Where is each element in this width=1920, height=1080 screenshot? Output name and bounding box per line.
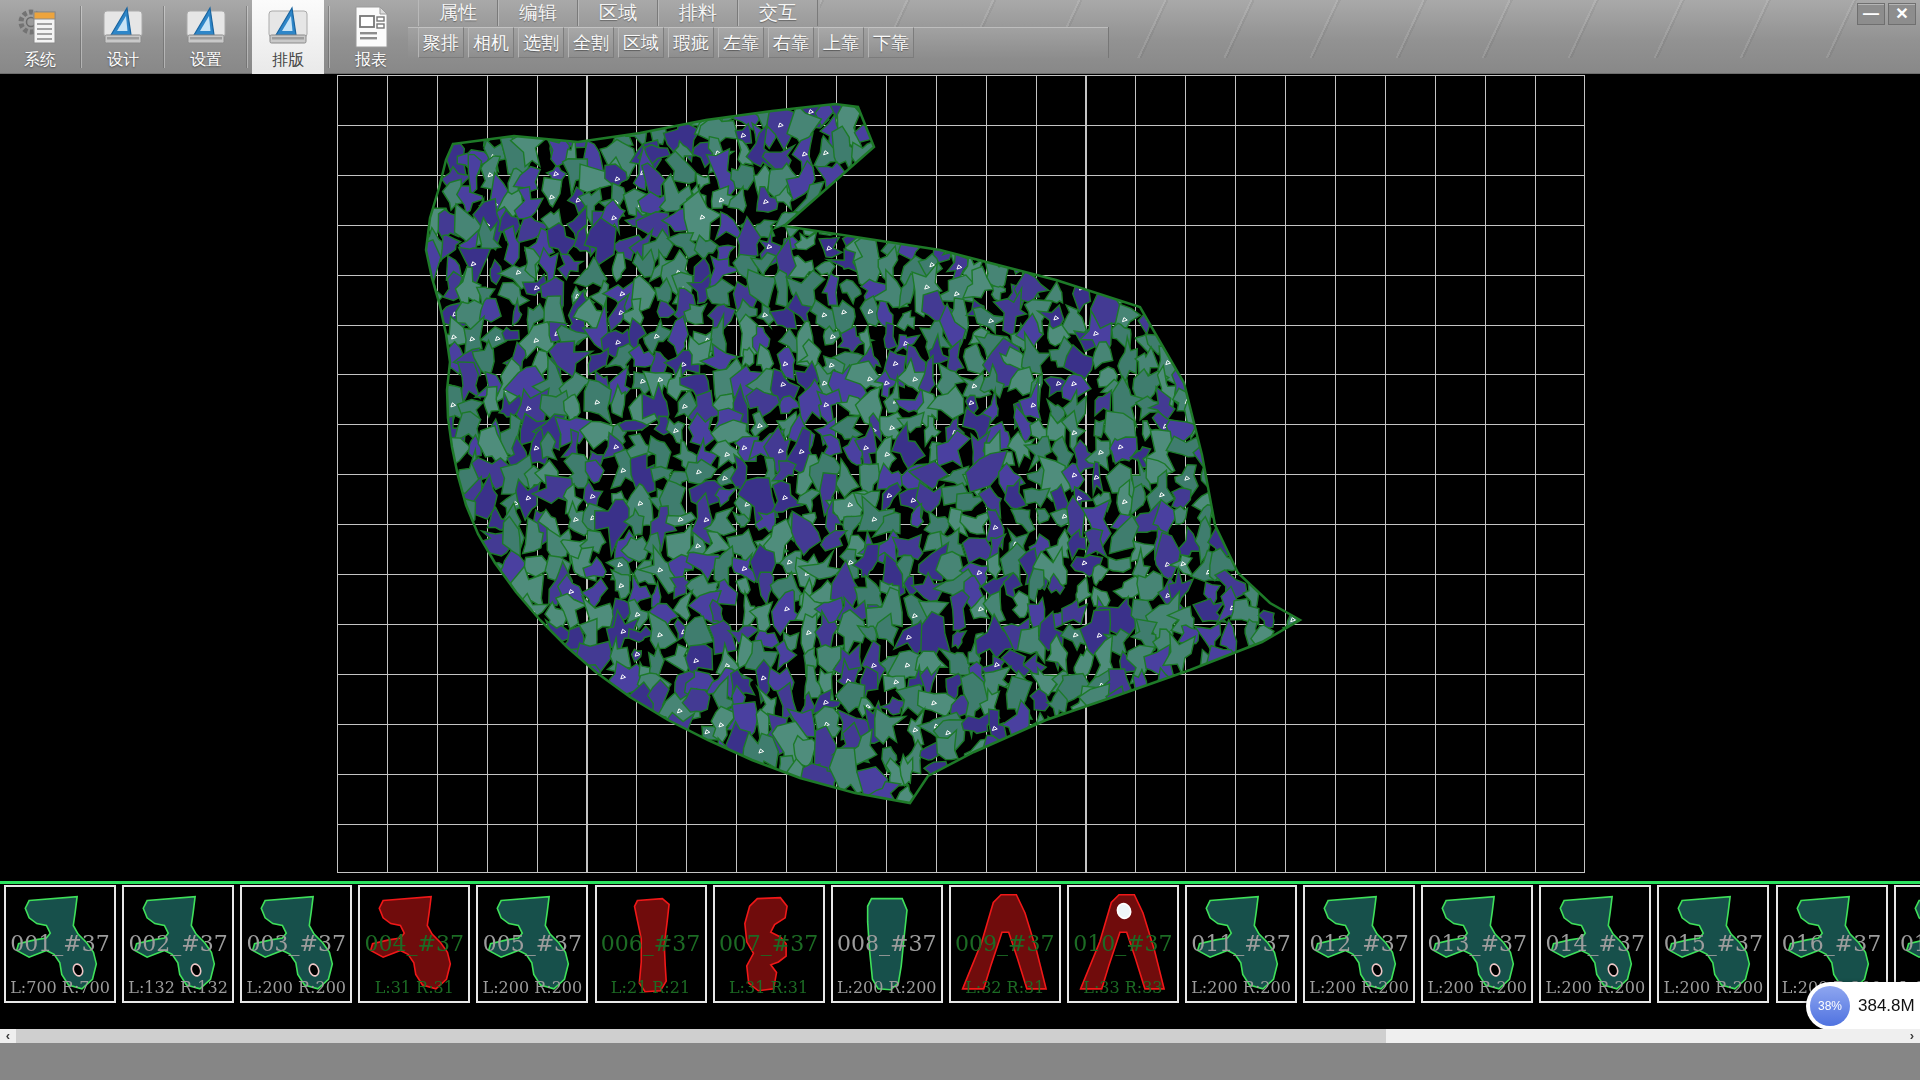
piece-id-label: 012_#37: [1305, 931, 1413, 956]
piece-lr-count: L:21 R:21: [597, 978, 705, 997]
toolbar-button-4[interactable]: 全割: [568, 27, 614, 58]
minimize-button[interactable]: —: [1857, 3, 1885, 25]
tab-3[interactable]: 区域: [578, 0, 658, 26]
piece-thumbnail-002_#37[interactable]: 002_#37 L:132 R:132: [122, 885, 234, 1003]
toolbar-button-5[interactable]: 区域: [618, 27, 664, 58]
toolbar-separator: [81, 6, 82, 68]
piece-id-label: 007_#37: [715, 931, 823, 956]
toolbar-button-7[interactable]: 左靠: [718, 27, 764, 58]
piece-thumbnail-005_#37[interactable]: 005_#37 L:200 R:200: [476, 885, 588, 1003]
memory-value: 384.8M: [1858, 982, 1915, 1030]
piece-id-label: 005_#37: [478, 931, 586, 956]
close-button[interactable]: ✕: [1888, 3, 1916, 25]
piece-lr-count: L:200 R:200: [833, 978, 941, 997]
piece-id-label: 017_#37: [1896, 931, 1920, 956]
toolbar-button-8[interactable]: 右靠: [768, 27, 814, 58]
layout-icon: [265, 4, 311, 50]
toolbar-button-2[interactable]: 相机: [468, 27, 514, 58]
piece-lr-count: L:200 R:200: [1187, 978, 1295, 997]
toolbar-button-3[interactable]: 选割: [518, 27, 564, 58]
piece-thumbnail-008_#37[interactable]: 008_#37 L:200 R:200: [831, 885, 943, 1003]
toolbar-separator: [329, 6, 330, 68]
piece-id-label: 016_#37: [1778, 931, 1886, 956]
piece-lr-count: L:32 R:31: [951, 978, 1059, 997]
piece-lr-count: L:31 R:31: [715, 978, 823, 997]
tool-group-design[interactable]: 设计: [90, 2, 156, 74]
piece-id-label: 009_#37: [951, 931, 1059, 956]
toolbar-separator: [164, 6, 165, 68]
tool-group-label: 报表: [338, 50, 404, 71]
piece-id-label: 003_#37: [242, 931, 350, 956]
toolbar-separator: [247, 6, 248, 68]
piece-id-label: 010_#37: [1069, 931, 1177, 956]
memory-usage-badge[interactable]: 38% 384.8M: [1806, 982, 1920, 1030]
settings-icon: [183, 4, 229, 50]
action-buttons: 聚排相机选割全割区域瑕疵左靠右靠上靠下靠: [418, 27, 918, 58]
piece-lr-count: L:700 R:700: [6, 978, 114, 997]
piece-thumbnail-007_#37[interactable]: 007_#37 L:31 R:31: [713, 885, 825, 1003]
piece-thumbnail-015_#37[interactable]: 015_#37 L:200 R:200: [1657, 885, 1769, 1003]
piece-thumbnail-001_#37[interactable]: 001_#37 L:700 R:700: [4, 885, 116, 1003]
piece-lr-count: L:200 R:200: [242, 978, 350, 997]
piece-thumbnail-003_#37[interactable]: 003_#37 L:200 R:200: [240, 885, 352, 1003]
toolbar-button-9[interactable]: 上靠: [818, 27, 864, 58]
piece-lr-count: L:200 R:200: [1659, 978, 1767, 997]
piece-thumbnail-012_#37[interactable]: 012_#37 L:200 R:200: [1303, 885, 1415, 1003]
design-icon: [100, 4, 146, 50]
piece-thumbnail-006_#37[interactable]: 006_#37 L:21 R:21: [595, 885, 707, 1003]
nesting-canvas-area[interactable]: [0, 75, 1920, 881]
scroll-right-button[interactable]: ›: [1904, 1029, 1920, 1043]
toolbar-button-10[interactable]: 下靠: [868, 27, 914, 58]
piece-id-label: 011_#37: [1187, 931, 1295, 956]
memory-percent-indicator: 38%: [1810, 986, 1850, 1026]
system-icon: [17, 4, 63, 50]
piece-id-label: 006_#37: [597, 931, 705, 956]
piece-thumbnail-011_#37[interactable]: 011_#37 L:200 R:200: [1185, 885, 1297, 1003]
piece-thumbnail-strip: 001_#37 L:700 R:700 002_#37 L:132 R:132 003_…: [0, 885, 1920, 1003]
tool-group-settings[interactable]: 设置: [173, 2, 239, 74]
tool-group-label: 设计: [90, 50, 156, 71]
piece-id-label: 015_#37: [1659, 931, 1767, 956]
tab-4[interactable]: 排料: [658, 0, 738, 26]
tab-2[interactable]: 编辑: [498, 0, 578, 26]
piece-thumbnail-004_#37[interactable]: 004_#37 L:31 R:31: [358, 885, 470, 1003]
piece-id-label: 002_#37: [124, 931, 232, 956]
piece-lr-count: L:200 R:200: [1305, 978, 1413, 997]
piece-lr-count: L:200 R:200: [1541, 978, 1649, 997]
piece-lr-count: L:132 R:132: [124, 978, 232, 997]
piece-id-label: 001_#37: [6, 931, 114, 956]
piece-lr-count: L:31 R:31: [360, 978, 468, 997]
menu-tabs: 属性编辑区域排料交互: [418, 0, 818, 26]
piece-lr-count: L:200 R:200: [478, 978, 586, 997]
app-window: 系统 设计 设置 排版 报表 属性编辑区域排料交互 聚排相机选割全割区域瑕疵左靠…: [0, 0, 1920, 1080]
toolbar-button-6[interactable]: 瑕疵: [668, 27, 714, 58]
strip-divider: [0, 881, 1920, 884]
tab-5[interactable]: 交互: [738, 0, 818, 26]
scrollbar-thumb[interactable]: [16, 1029, 1386, 1043]
tool-group-system[interactable]: 系统: [7, 2, 73, 74]
piece-thumbnail-010_#37[interactable]: 010_#37 L:33 R:33: [1067, 885, 1179, 1003]
tool-group-label: 系统: [7, 50, 73, 71]
tool-group-report[interactable]: 报表: [338, 2, 404, 74]
piece-thumbnail-013_#37[interactable]: 013_#37 L:200 R:200: [1421, 885, 1533, 1003]
toolbar-button-1[interactable]: 聚排: [418, 27, 464, 58]
piece-id-label: 013_#37: [1423, 931, 1531, 956]
scroll-left-button[interactable]: ‹: [0, 1029, 16, 1043]
tool-group-label: 设置: [173, 50, 239, 71]
piece-id-label: 014_#37: [1541, 931, 1649, 956]
piece-id-label: 004_#37: [360, 931, 468, 956]
tool-group-label: 排版: [255, 50, 321, 71]
piece-id-label: 008_#37: [833, 931, 941, 956]
main-toolbar: 系统 设计 设置 排版 报表 属性编辑区域排料交互 聚排相机选割全割区域瑕疵左靠…: [0, 0, 1920, 74]
leather-hide-layout[interactable]: [0, 75, 1920, 881]
piece-thumbnail-014_#37[interactable]: 014_#37 L:200 R:200: [1539, 885, 1651, 1003]
piece-lr-count: L:33 R:33: [1069, 978, 1177, 997]
tool-group-layout[interactable]: 排版: [255, 2, 321, 74]
piece-lr-count: L:200 R:200: [1423, 978, 1531, 997]
tab-1[interactable]: 属性: [418, 0, 498, 26]
bottom-status-strip: [0, 1043, 1920, 1080]
piece-thumbnail-009_#37[interactable]: 009_#37 L:32 R:31: [949, 885, 1061, 1003]
report-icon: [348, 4, 394, 50]
horizontal-scrollbar[interactable]: ‹ ›: [0, 1029, 1920, 1043]
